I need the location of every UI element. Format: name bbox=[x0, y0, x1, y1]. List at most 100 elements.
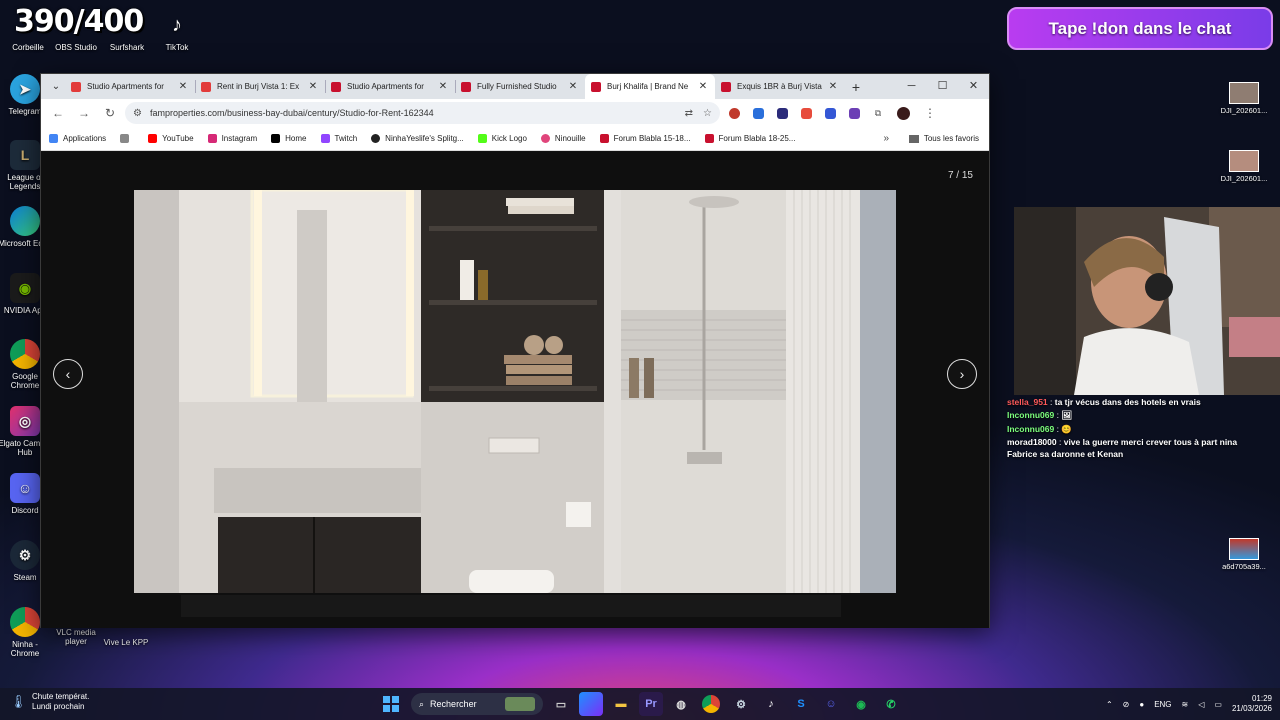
reload-icon[interactable]: ↻ bbox=[99, 106, 121, 120]
forward-icon[interactable]: → bbox=[73, 106, 95, 120]
language-indicator[interactable]: ENG bbox=[1154, 700, 1171, 709]
close-window-icon[interactable]: ✕ bbox=[958, 74, 989, 99]
browser-tab[interactable]: Studio Apartments for ✕ bbox=[65, 74, 195, 99]
thermometer-icon: 🌡 bbox=[10, 693, 27, 709]
stream-chat: stella_951 : ta tjr vécus dans des hotel… bbox=[1007, 397, 1267, 462]
clock-date: 21/03/2026 bbox=[1231, 704, 1272, 713]
bookmark-forum-15-18[interactable]: Forum Blabla 15-18... bbox=[599, 134, 691, 143]
gallery-next-button[interactable]: › bbox=[947, 359, 977, 389]
chrome-taskbar-icon[interactable] bbox=[702, 695, 720, 713]
spotify-taskbar-icon[interactable]: ◉ bbox=[849, 692, 873, 716]
tab-title: Burj Khalifa | Brand Ne bbox=[607, 82, 689, 91]
new-tab-button[interactable]: + bbox=[845, 79, 867, 95]
surfshark-taskbar-icon[interactable]: S bbox=[789, 692, 813, 716]
chat-message: Inconnu069 : 😊 bbox=[1007, 423, 1072, 434]
extension-audio-icon[interactable] bbox=[748, 105, 768, 121]
copilot-icon[interactable] bbox=[579, 692, 603, 716]
telegram-icon: ➤ bbox=[10, 74, 40, 104]
bookmark-instagram[interactable]: Instagram bbox=[207, 134, 257, 143]
discord-taskbar-icon[interactable]: ☺ bbox=[819, 692, 843, 716]
tray-overflow-icon[interactable]: ⌃ bbox=[1106, 700, 1113, 709]
browser-tab[interactable]: Exquis 1BR à Burj Vista ✕ bbox=[715, 74, 845, 99]
browser-tab[interactable]: Fully Furnished Studio ✕ bbox=[455, 74, 585, 99]
site-info-icon[interactable]: ⚙ bbox=[133, 108, 142, 119]
bookmark-star-icon[interactable]: ☆ bbox=[703, 108, 712, 119]
profile-avatar[interactable] bbox=[897, 106, 910, 120]
desktop-file[interactable]: DJI_202601... bbox=[1214, 82, 1274, 115]
whatsapp-taskbar-icon[interactable]: ✆ bbox=[879, 692, 903, 716]
mic-muted-icon[interactable]: ⊘ bbox=[1123, 700, 1130, 709]
bookmark-label: Forum Blabla 15-18... bbox=[613, 134, 691, 143]
desktop-icon-vlc[interactable]: VLC media player bbox=[48, 628, 104, 646]
clock[interactable]: 01:29 21/03/2026 bbox=[1232, 694, 1272, 714]
browser-window: ⌄ Studio Apartments for ✕ Rent in Burj V… bbox=[40, 73, 990, 628]
desktop-icon-tiktok[interactable]: ♪ TikTok bbox=[149, 10, 205, 53]
browser-toolbar: ← → ↻ ⚙ famproperties.com/business-bay-d… bbox=[41, 99, 989, 127]
extension-dark-icon[interactable] bbox=[772, 105, 792, 121]
close-tab-icon[interactable]: ✕ bbox=[827, 81, 839, 92]
bookmark-home[interactable]: Home bbox=[271, 134, 307, 143]
address-bar[interactable]: ⚙ famproperties.com/business-bay-dubai/c… bbox=[125, 102, 720, 124]
desktop-icon-label: Vive Le KPP bbox=[103, 638, 149, 647]
desktop-icon-vive-le-kpp[interactable]: Vive Le KPP bbox=[98, 638, 154, 647]
browser-tab[interactable]: Rent in Burj Vista 1: Ex ✕ bbox=[195, 74, 325, 99]
bookmark-kick[interactable]: Kick Logo bbox=[477, 134, 527, 143]
twitch-icon bbox=[320, 134, 330, 143]
desktop-file[interactable]: DJI_202601... bbox=[1214, 150, 1274, 183]
close-tab-icon[interactable]: ✕ bbox=[437, 81, 449, 92]
image-thumbnail bbox=[1229, 82, 1259, 104]
chrome-icon bbox=[10, 339, 40, 369]
windows-start-icon[interactable] bbox=[381, 694, 401, 714]
microphone-icon[interactable]: ● bbox=[1139, 700, 1144, 709]
gallery-prev-button[interactable]: ‹ bbox=[53, 359, 83, 389]
windows-taskbar: 🌡 Chute températ. Lundi prochain ⌕ Reche… bbox=[0, 688, 1280, 720]
bookmark-youtube[interactable]: YouTube bbox=[148, 134, 194, 143]
taskbar-search[interactable]: ⌕ Rechercher bbox=[411, 693, 543, 715]
tab-search-icon[interactable]: ⌄ bbox=[47, 81, 65, 92]
wifi-icon[interactable]: ≋ bbox=[1182, 700, 1189, 709]
back-icon[interactable]: ← bbox=[47, 106, 69, 120]
site-icon bbox=[540, 134, 550, 143]
extension-adblock-icon[interactable] bbox=[724, 105, 744, 121]
chat-message: stella_951 : ta tjr vécus dans des hotel… bbox=[1007, 397, 1201, 407]
extension-red-icon[interactable] bbox=[796, 105, 816, 121]
image-thumbnail bbox=[1229, 538, 1259, 560]
battery-icon[interactable]: ▭ bbox=[1214, 700, 1222, 709]
close-tab-icon[interactable]: ✕ bbox=[567, 81, 579, 92]
desktop-icon-surfshark[interactable]: Surfshark bbox=[99, 10, 155, 52]
desktop-file[interactable]: a6d705a39... bbox=[1214, 538, 1274, 571]
bookmark-splitgate[interactable]: NinhaYeslife's Splitg... bbox=[371, 134, 464, 143]
premiere-pro-icon[interactable]: Pr bbox=[639, 692, 663, 716]
bookmarks-overflow-icon[interactable]: » bbox=[883, 133, 889, 144]
browser-tab-active[interactable]: Burj Khalifa | Brand Ne ✕ bbox=[585, 74, 715, 99]
camera-icon: ◎ bbox=[10, 406, 40, 436]
weather-widget[interactable]: 🌡 Chute températ. Lundi prochain bbox=[10, 692, 89, 712]
close-tab-icon[interactable]: ✕ bbox=[307, 81, 319, 92]
all-bookmarks-button[interactable]: Tous les favoris bbox=[908, 134, 979, 143]
bookmark-ninouille[interactable]: Ninouille bbox=[540, 134, 586, 143]
maximize-icon[interactable]: ☐ bbox=[927, 74, 958, 99]
bookmark-twitch[interactable]: Twitch bbox=[320, 134, 357, 143]
extension-shield-icon[interactable] bbox=[844, 105, 864, 121]
browser-tab[interactable]: Studio Apartments for ✕ bbox=[325, 74, 455, 99]
instagram-icon bbox=[207, 134, 217, 143]
volume-icon[interactable]: ◁ bbox=[1198, 700, 1204, 709]
menu-kebab-icon[interactable]: ⋮ bbox=[919, 106, 941, 120]
bookmark-applications[interactable]: Applications bbox=[49, 134, 106, 143]
bookmarks-bar: Applications YouTube Instagram Home Twit… bbox=[41, 127, 989, 151]
desktop-icon-obs[interactable]: OBS Studio bbox=[48, 10, 104, 52]
minimize-icon[interactable]: ─ bbox=[896, 74, 927, 99]
close-tab-icon[interactable]: ✕ bbox=[697, 81, 709, 92]
chevron-left-icon: ‹ bbox=[65, 366, 71, 382]
bookmark-grid[interactable] bbox=[120, 134, 134, 143]
task-view-icon[interactable]: ▭ bbox=[549, 692, 573, 716]
translate-icon[interactable]: ⇄ bbox=[685, 108, 693, 119]
extensions-puzzle-icon[interactable]: ⧉ bbox=[868, 105, 888, 121]
obs-taskbar-icon[interactable]: ◍ bbox=[669, 692, 693, 716]
bookmark-forum-18-25[interactable]: Forum Blabla 18-25... bbox=[704, 134, 795, 143]
file-explorer-icon[interactable]: ▬ bbox=[609, 692, 633, 716]
close-tab-icon[interactable]: ✕ bbox=[177, 81, 189, 92]
tiktok-taskbar-icon[interactable]: ♪ bbox=[759, 692, 783, 716]
steam-taskbar-icon[interactable]: ⚙ bbox=[729, 692, 753, 716]
extension-blue-icon[interactable] bbox=[820, 105, 840, 121]
